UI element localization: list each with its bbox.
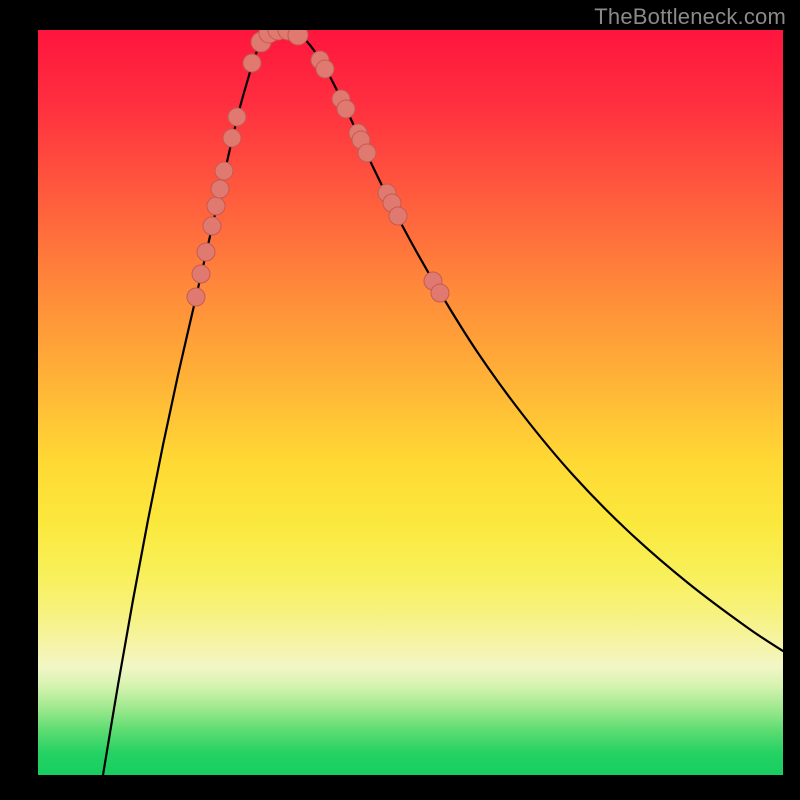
- data-marker: [223, 129, 241, 147]
- data-marker: [197, 243, 215, 261]
- marker-group: [187, 30, 449, 306]
- chart-svg: [38, 30, 783, 775]
- data-marker: [228, 108, 246, 126]
- data-marker: [316, 60, 334, 78]
- chart-frame: TheBottleneck.com: [0, 0, 800, 800]
- data-marker: [215, 162, 233, 180]
- watermark-text: TheBottleneck.com: [594, 4, 786, 30]
- chart-plot-area: [38, 30, 783, 775]
- data-marker: [389, 207, 407, 225]
- data-marker: [211, 180, 229, 198]
- data-marker: [192, 265, 210, 283]
- data-marker: [243, 54, 261, 72]
- data-marker: [187, 288, 205, 306]
- bottleneck-curve: [103, 30, 783, 775]
- data-marker: [207, 197, 225, 215]
- data-marker: [337, 100, 355, 118]
- data-marker: [358, 144, 376, 162]
- curve-group: [103, 30, 783, 775]
- data-marker: [288, 30, 308, 45]
- data-marker: [203, 217, 221, 235]
- data-marker: [431, 284, 449, 302]
